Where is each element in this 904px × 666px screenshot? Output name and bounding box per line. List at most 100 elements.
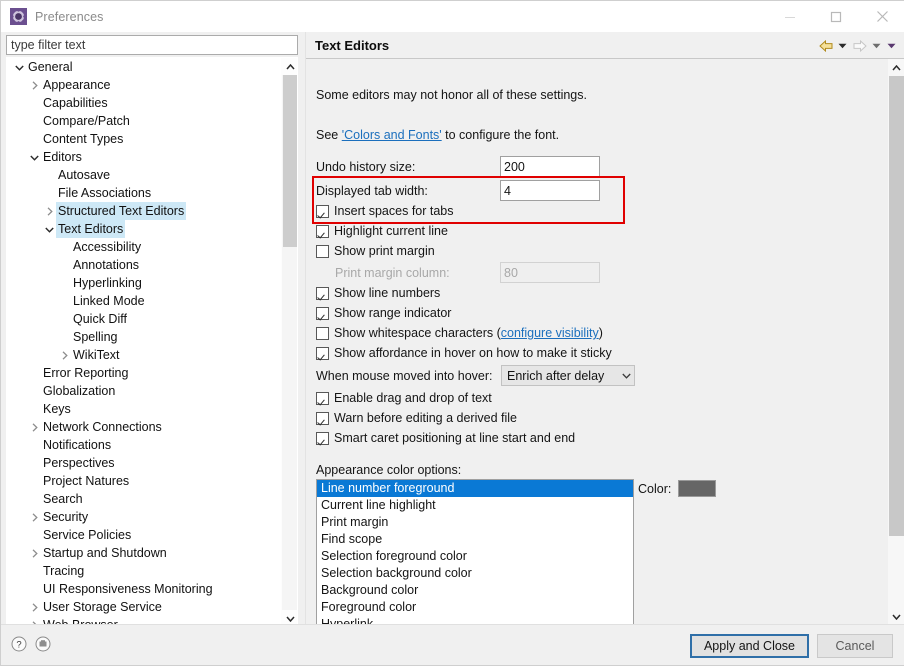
insert-spaces-for-tabs-checkbox[interactable] xyxy=(316,204,329,218)
warn-derived-file-row[interactable]: Warn before editing a derived file xyxy=(316,411,517,425)
chevron-right-icon[interactable] xyxy=(28,508,41,526)
color-swatch-button[interactable] xyxy=(678,480,717,497)
maximize-button[interactable] xyxy=(813,1,859,32)
hover-mode-select[interactable]: Enrich after delay xyxy=(501,365,635,386)
chevron-right-icon[interactable] xyxy=(58,346,71,364)
list-item[interactable]: Line number foreground xyxy=(317,480,633,497)
highlight-current-line-checkbox[interactable] xyxy=(316,224,329,238)
list-item[interactable]: Selection foreground color xyxy=(317,548,633,565)
enable-drag-drop-row[interactable]: Enable drag and drop of text xyxy=(316,391,492,405)
import-export-icon[interactable] xyxy=(35,636,51,652)
sidebar-item-file-associations[interactable]: File Associations xyxy=(7,184,283,202)
list-item[interactable]: Foreground color xyxy=(317,599,633,616)
displayed-tab-width-input[interactable] xyxy=(500,180,600,201)
chevron-right-icon[interactable] xyxy=(43,202,56,220)
sidebar-item-search[interactable]: Search xyxy=(7,490,283,508)
sidebar-item-project-natures[interactable]: Project Natures xyxy=(7,472,283,490)
preference-tree[interactable]: General Appearance Capabilities Compare/Pat… xyxy=(6,57,298,626)
colors-and-fonts-line: See 'Colors and Fonts' to configure the … xyxy=(316,128,559,142)
enable-drag-drop-checkbox[interactable] xyxy=(316,391,329,405)
show-whitespace-characters-row[interactable]: Show whitespace characters (configure vi… xyxy=(316,326,603,340)
show-affordance-checkbox[interactable] xyxy=(316,346,329,360)
chevron-down-icon[interactable] xyxy=(13,58,26,76)
panel-scroll-up-icon[interactable] xyxy=(888,59,904,76)
back-arrow-icon[interactable] xyxy=(817,36,834,56)
list-item[interactable]: Background color xyxy=(317,582,633,599)
sidebar-item-compare-patch[interactable]: Compare/Patch xyxy=(7,112,283,130)
show-affordance-row[interactable]: Show affordance in hover on how to make … xyxy=(316,346,612,360)
warn-derived-file-checkbox[interactable] xyxy=(316,411,329,425)
show-range-indicator-checkbox[interactable] xyxy=(316,306,329,320)
help-circle-icon[interactable]: ? xyxy=(11,636,27,652)
highlight-current-line-row[interactable]: Highlight current line xyxy=(316,224,448,238)
list-item[interactable]: Selection background color xyxy=(317,565,633,582)
chevron-right-icon[interactable] xyxy=(28,76,41,94)
tree-scrollbar[interactable] xyxy=(281,58,297,625)
sidebar-item-quick-diff[interactable]: Quick Diff xyxy=(7,310,283,328)
tree-scroll-track[interactable] xyxy=(282,75,297,610)
show-print-margin-row[interactable]: Show print margin xyxy=(316,244,435,258)
sidebar-item-error-reporting[interactable]: Error Reporting xyxy=(7,364,283,382)
sidebar-item-keys[interactable]: Keys xyxy=(7,400,283,418)
sidebar-item-startup-and-shutdown[interactable]: Startup and Shutdown xyxy=(7,544,283,562)
tree-scroll-thumb[interactable] xyxy=(283,75,297,247)
sidebar-item-ui-responsiveness-monitoring[interactable]: UI Responsiveness Monitoring xyxy=(7,580,283,598)
sidebar-item-network-connections[interactable]: Network Connections xyxy=(7,418,283,436)
smart-caret-row[interactable]: Smart caret positioning at line start an… xyxy=(316,431,575,445)
list-item[interactable]: Find scope xyxy=(317,531,633,548)
panel-scrollbar[interactable] xyxy=(888,59,904,625)
panel-scroll-track[interactable] xyxy=(888,76,904,608)
sidebar-item-globalization[interactable]: Globalization xyxy=(7,382,283,400)
sidebar-item-autosave[interactable]: Autosave xyxy=(7,166,283,184)
cancel-button[interactable]: Cancel xyxy=(817,634,893,658)
sidebar-item-annotations[interactable]: Annotations xyxy=(7,256,283,274)
list-item[interactable]: Print margin xyxy=(317,514,633,531)
sidebar-item-spelling[interactable]: Spelling xyxy=(7,328,283,346)
show-range-indicator-row[interactable]: Show range indicator xyxy=(316,306,451,320)
configure-visibility-link[interactable]: configure visibility xyxy=(501,326,599,340)
sidebar-item-editors[interactable]: Editors xyxy=(7,148,283,166)
sidebar-item-security[interactable]: Security xyxy=(7,508,283,526)
show-line-numbers-row[interactable]: Show line numbers xyxy=(316,286,440,300)
panel-scroll-down-icon[interactable] xyxy=(888,608,904,625)
view-menu-chevron-down-icon[interactable] xyxy=(885,36,898,56)
sidebar-item-text-editors[interactable]: Text Editors xyxy=(7,220,283,238)
apply-and-close-button[interactable]: Apply and Close xyxy=(689,634,809,658)
forward-arrow-icon[interactable] xyxy=(851,36,868,56)
undo-history-size-input[interactable] xyxy=(500,156,600,177)
sidebar-item-wikitext[interactable]: WikiText xyxy=(7,346,283,364)
chevron-right-icon[interactable] xyxy=(28,598,41,616)
scroll-up-icon[interactable] xyxy=(282,58,297,75)
colors-and-fonts-link[interactable]: 'Colors and Fonts' xyxy=(342,128,442,142)
sidebar-item-service-policies[interactable]: Service Policies xyxy=(7,526,283,544)
search-input[interactable] xyxy=(6,35,298,55)
sidebar-item-structured-text-editors[interactable]: Structured Text Editors xyxy=(7,202,283,220)
minimize-button[interactable] xyxy=(767,1,813,32)
smart-caret-checkbox[interactable] xyxy=(316,431,329,445)
back-history-chevron-down-icon[interactable] xyxy=(836,36,849,56)
insert-spaces-for-tabs-row[interactable]: Insert spaces for tabs xyxy=(316,204,454,218)
show-line-numbers-checkbox[interactable] xyxy=(316,286,329,300)
show-whitespace-characters-checkbox[interactable] xyxy=(316,326,329,340)
show-print-margin-checkbox[interactable] xyxy=(316,244,329,258)
chevron-down-icon[interactable] xyxy=(43,220,56,238)
sidebar-item-notifications[interactable]: Notifications xyxy=(7,436,283,454)
sidebar-item-appearance[interactable]: Appearance xyxy=(7,76,283,94)
chevron-down-icon[interactable] xyxy=(28,148,41,166)
sidebar-item-general[interactable]: General xyxy=(7,58,283,76)
sidebar-item-content-types[interactable]: Content Types xyxy=(7,130,283,148)
sidebar-item-perspectives[interactable]: Perspectives xyxy=(7,454,283,472)
chevron-right-icon[interactable] xyxy=(28,544,41,562)
panel-scroll-thumb[interactable] xyxy=(889,76,904,536)
sidebar-item-accessibility[interactable]: Accessibility xyxy=(7,238,283,256)
sidebar-item-tracing[interactable]: Tracing xyxy=(7,562,283,580)
chevron-right-icon[interactable] xyxy=(28,418,41,436)
sidebar-item-capabilities[interactable]: Capabilities xyxy=(7,94,283,112)
sidebar-item-hyperlinking[interactable]: Hyperlinking xyxy=(7,274,283,292)
forward-history-chevron-down-icon[interactable] xyxy=(870,36,883,56)
appearance-color-list[interactable]: Line number foreground Current line highl… xyxy=(316,479,634,625)
close-button[interactable] xyxy=(859,1,904,32)
sidebar-item-linked-mode[interactable]: Linked Mode xyxy=(7,292,283,310)
sidebar-item-user-storage-service[interactable]: User Storage Service xyxy=(7,598,283,616)
list-item[interactable]: Current line highlight xyxy=(317,497,633,514)
